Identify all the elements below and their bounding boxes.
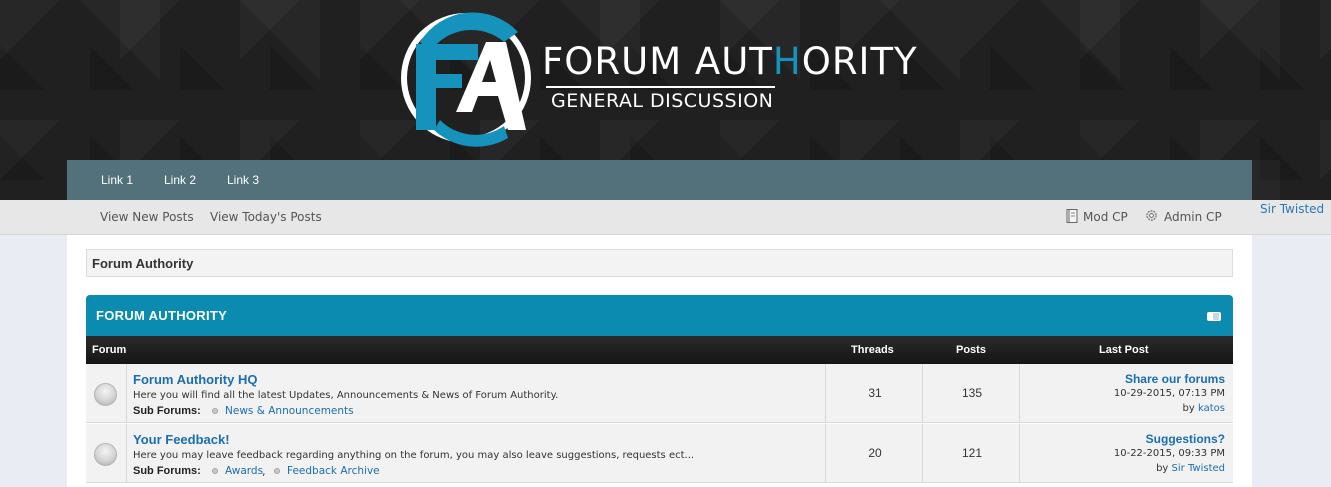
- forum-title-link[interactable]: Your Feedback!: [133, 432, 230, 447]
- last-post-by: by Sir Twisted: [1156, 463, 1225, 474]
- breadcrumb-item[interactable]: Forum Authority: [92, 256, 193, 271]
- logo-subtitle: GENERAL DISCUSSION: [551, 90, 774, 112]
- subforum-link[interactable]: Feedback Archive: [287, 465, 380, 477]
- last-post-date: 10-29-2015, 07:13 PM: [1113, 388, 1225, 399]
- column-header-row: Forum Threads Posts Last Post: [86, 336, 1233, 364]
- forum-title-link[interactable]: Forum Authority HQ: [133, 372, 257, 387]
- main-navbar: Link 1 Link 2 Link 3: [67, 160, 1252, 200]
- column-posts: Posts: [956, 344, 986, 356]
- site-logo[interactable]: FORUM AUTHORITY GENERAL DISCUSSION: [400, 12, 960, 147]
- subforums-label: Sub Forums:: [133, 465, 201, 477]
- nav-link-1[interactable]: Link 1: [101, 173, 133, 187]
- forum-row: Forum Authority HQ Here you will find al…: [86, 364, 1233, 423]
- last-post-author-link[interactable]: Sir Twisted: [1172, 463, 1225, 474]
- nav-link-3[interactable]: Link 3: [227, 173, 259, 187]
- subforums-label: Sub Forums:: [133, 405, 201, 417]
- logo-emblem-icon: [401, 12, 531, 147]
- thread-count: 20: [868, 446, 882, 460]
- view-todays-posts-link[interactable]: View Today's Posts: [210, 210, 322, 224]
- view-new-posts-link[interactable]: View New Posts: [100, 210, 194, 224]
- main-content: Forum Authority FORUM AUTHORITY Forum Th…: [67, 235, 1252, 487]
- subforum-bullet-icon: [212, 408, 218, 414]
- collapse-toggle-icon[interactable]: [1207, 312, 1221, 321]
- forum-status-icon: [94, 383, 117, 406]
- post-count: 121: [961, 446, 983, 460]
- mod-cp-link[interactable]: Mod CP: [1083, 210, 1128, 224]
- user-profile-link[interactable]: Sir Twisted: [1260, 202, 1324, 216]
- sub-navbar: View New Posts View Today's Posts Mod CP…: [0, 200, 1331, 235]
- subforum-bullet-icon: [212, 468, 218, 474]
- column-threads: Threads: [851, 344, 894, 356]
- forum-description: Here you may leave feedback regarding an…: [133, 450, 695, 461]
- last-post-title-link[interactable]: Suggestions?: [1146, 432, 1225, 446]
- logo-divider: [546, 86, 775, 88]
- category-title[interactable]: FORUM AUTHORITY: [96, 308, 227, 323]
- post-count: 135: [961, 386, 983, 400]
- logo-title: FORUM AUTHORITY: [542, 40, 918, 83]
- last-post-author-link[interactable]: katos: [1198, 403, 1225, 414]
- column-forum: Forum: [92, 344, 127, 356]
- gear-icon: [1146, 210, 1157, 221]
- thread-count: 31: [868, 386, 882, 400]
- breadcrumb: Forum Authority: [86, 249, 1233, 277]
- subforum-separator: ,: [262, 465, 266, 478]
- last-post-date: 10-22-2015, 09:33 PM: [1113, 448, 1225, 459]
- last-post-title-link[interactable]: Share our forums: [1125, 372, 1225, 386]
- subforum-bullet-icon: [274, 468, 280, 474]
- forum-status-icon: [94, 443, 117, 466]
- subforum-link[interactable]: Awards: [225, 465, 263, 477]
- subforum-link[interactable]: News & Announcements: [225, 405, 354, 417]
- forum-description: Here you will find all the latest Update…: [133, 390, 559, 401]
- forum-row: Your Feedback! Here you may leave feedba…: [86, 424, 1233, 483]
- admin-cp-link[interactable]: Admin CP: [1164, 210, 1222, 224]
- category-header: FORUM AUTHORITY: [86, 295, 1233, 336]
- nav-link-2[interactable]: Link 2: [164, 173, 196, 187]
- column-last-post: Last Post: [1099, 344, 1149, 356]
- last-post-by: by katos: [1182, 403, 1225, 414]
- notebook-icon: [1066, 209, 1078, 223]
